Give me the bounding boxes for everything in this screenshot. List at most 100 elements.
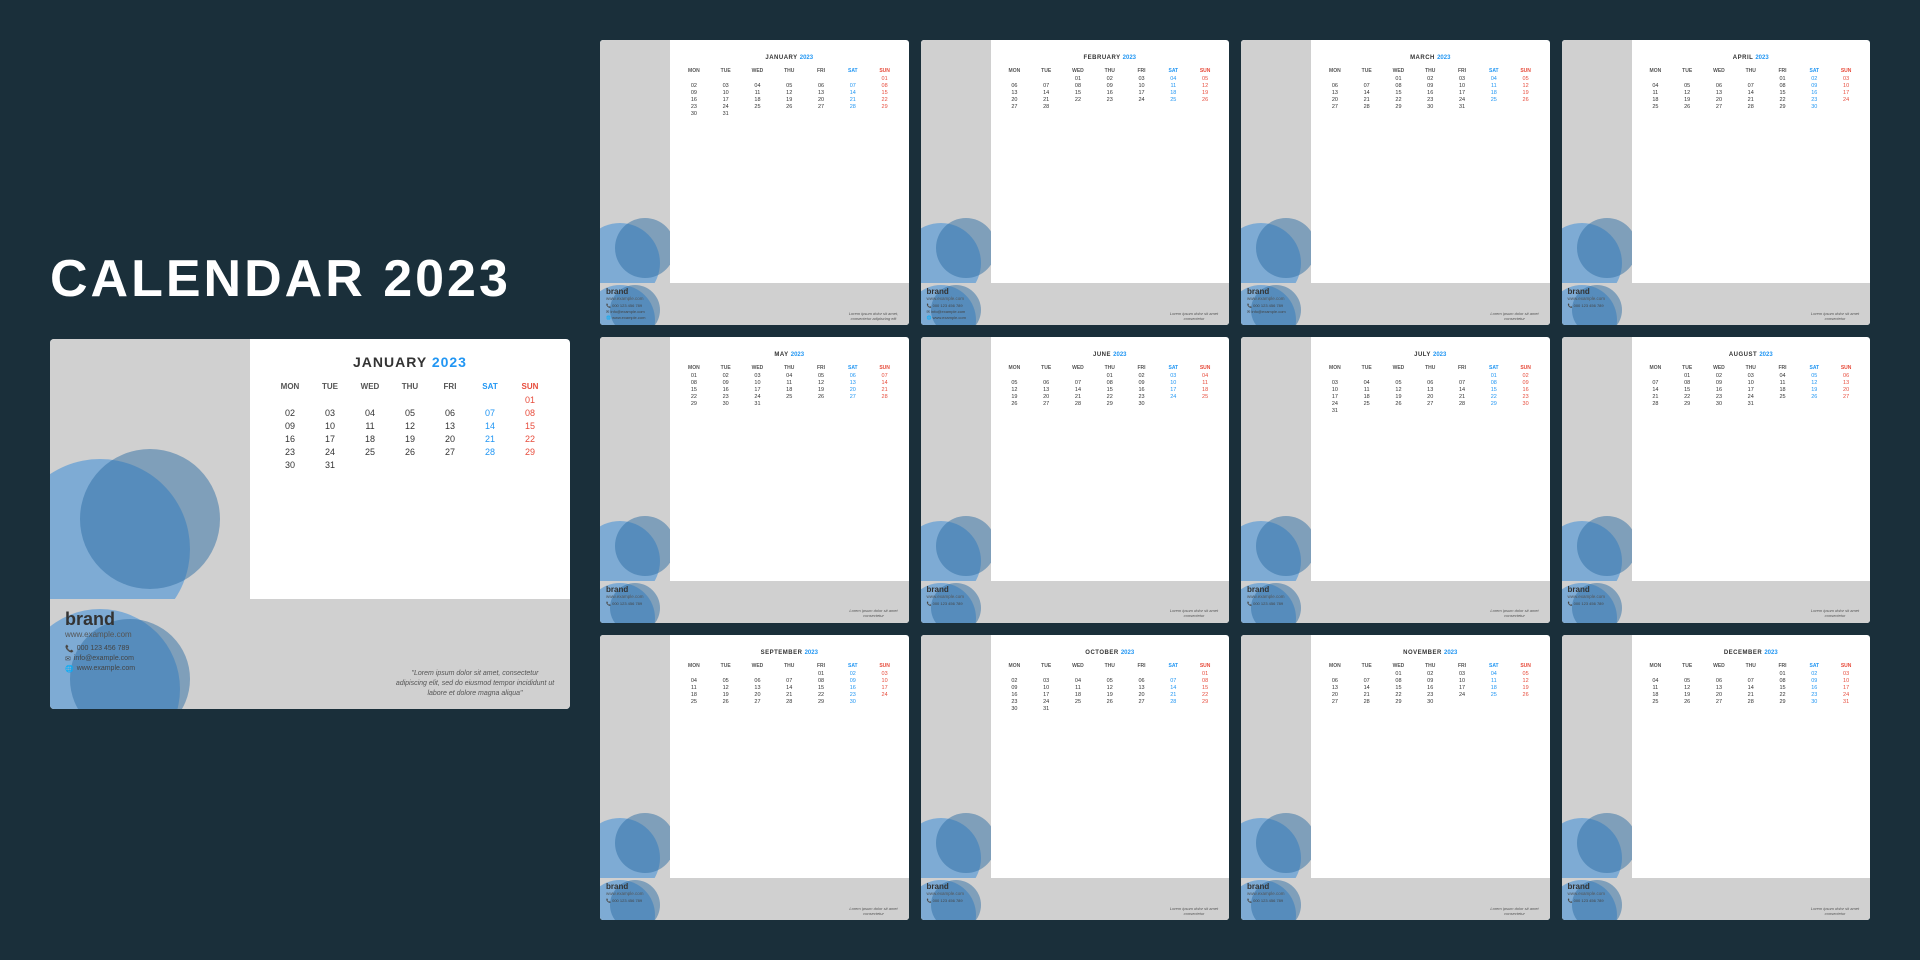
brand-info: brand www.example.com 📞 000 123 456 789 … xyxy=(65,609,135,673)
header-mon: MON xyxy=(270,382,310,391)
small-brand-sep: brand www.example.com 📞 000 123 456 789 xyxy=(606,882,644,903)
sb-contact: 📞 000 123 456 789 xyxy=(1247,898,1285,903)
small-cal-content-oct: OCTOBER 2023 MONTUEWEDTHUFRISATSUN -----… xyxy=(991,635,1230,878)
day-02: 02 xyxy=(270,408,310,418)
main-container: CALENDAR 2023 JANUARY 2023 MON TUE xyxy=(0,0,1920,960)
day-22: 22 xyxy=(510,434,550,444)
sc-row-1: ---01020304 xyxy=(999,373,1222,379)
small-cal-header-dec: MONTUEWEDTHUFRISATSUN xyxy=(1640,663,1863,669)
sb-contact: 📞 000 123 456 789 xyxy=(1247,601,1285,606)
sc-row-2: 06070809101112 xyxy=(1319,678,1542,684)
sc-row-5: 2627282930-- xyxy=(999,401,1222,407)
sc-row-3: 09101112131415 xyxy=(678,90,901,96)
small-cal-top-jul: JULY 2023 MONTUEWEDTHUFRISATSUN -----010… xyxy=(1241,337,1550,580)
sc-row-4: 20212223242526 xyxy=(1319,692,1542,698)
small-cal-bottom-apr: brand www.example.com 📞 000 123 456 789 … xyxy=(1562,283,1871,325)
sb-name: brand xyxy=(1568,585,1606,594)
small-cal-image-sep xyxy=(600,635,670,878)
small-cal-content-dec: DECEMBER 2023 MONTUEWEDTHUFRISATSUN ----… xyxy=(1632,635,1871,878)
sc-row-1: ----010203 xyxy=(1640,671,1863,677)
small-mn-feb: FEBRUARY xyxy=(1083,55,1122,61)
day-empty: - xyxy=(270,395,310,405)
small-brand-jun: brand www.example.com 📞 000 123 456 789 xyxy=(927,585,965,606)
sc-circle-2 xyxy=(1256,218,1311,278)
small-quote-may: Lorem ipsum dolor sit amet consectetur xyxy=(844,608,904,618)
sc-row-5: 252627282930- xyxy=(678,699,901,705)
cal-row-4: 16 17 18 19 20 21 22 xyxy=(270,434,550,444)
small-cal-top-jan: JANUARY 2023 MONTUEWEDTHUFRISATSUN -----… xyxy=(600,40,909,283)
sc-row-2: 04050607080910 xyxy=(1640,83,1863,89)
small-cal-header-may: MONTUEWEDTHUFRISATSUN xyxy=(678,365,901,371)
left-panel: CALENDAR 2023 JANUARY 2023 MON TUE xyxy=(50,40,570,920)
sb-contact: 📞 000 123 456 789 ✉ info@example.com 🌐 w… xyxy=(927,303,966,320)
sc-circle-2 xyxy=(936,516,991,576)
sc-circle-2 xyxy=(1256,813,1311,873)
sc-row-2: 04050607080910 xyxy=(678,678,901,684)
sb-web: www.example.com xyxy=(927,296,966,301)
small-cal-header-jan: MONTUEWEDTHUFRISATSUN xyxy=(678,68,901,74)
sc-circle-2 xyxy=(615,813,670,873)
sc-row-5: 252627282930- xyxy=(1640,104,1863,110)
small-quote-feb: Lorem ipsum dolor sit amet consectetur xyxy=(1164,311,1224,321)
quote-text: "Lorem ipsum dolor sit amet, consectetur… xyxy=(395,669,555,698)
day-20: 20 xyxy=(430,434,470,444)
large-month-name: JANUARY xyxy=(353,354,432,370)
large-cal-bottom: brand www.example.com 📞 000 123 456 789 … xyxy=(50,599,570,709)
small-cal-header-feb: MONTUEWEDTHUFRISATSUN xyxy=(999,68,1222,74)
large-calendar-january: JANUARY 2023 MON TUE WED THU FRI SAT SUN xyxy=(50,339,570,709)
sb-web: www.example.com xyxy=(1247,594,1285,599)
small-cal-top-oct: OCTOBER 2023 MONTUEWEDTHUFRISATSUN -----… xyxy=(921,635,1230,878)
small-brand-mar: brand www.example.com 📞 000 123 456 789 … xyxy=(1247,287,1286,314)
small-cal-bottom-jan: brand www.example.com 📞 000 123 456 789 … xyxy=(600,283,909,325)
small-cal-content-aug: AUGUST 2023 MONTUEWEDTHUFRISATSUN -01020… xyxy=(1632,337,1871,580)
small-brand-may: brand www.example.com 📞 000 123 456 789 xyxy=(606,585,644,606)
small-brand-nov: brand www.example.com 📞 000 123 456 789 xyxy=(1247,882,1285,903)
small-yr-feb: 2023 xyxy=(1123,55,1136,61)
small-mn-jan: JANUARY xyxy=(765,55,799,61)
sc-row-5: 2728293031-- xyxy=(1319,104,1542,110)
small-mn-jul: JULY xyxy=(1414,352,1433,358)
sb-contact: 📞 000 123 456 789 ✉ info@example.com xyxy=(1247,303,1286,314)
day-30: 30 xyxy=(270,460,310,470)
sb-web: www.example.com xyxy=(1568,296,1606,301)
small-cal-content-sep: SEPTEMBER 2023 MONTUEWEDTHUFRISATSUN ---… xyxy=(670,635,909,878)
small-brand-aug: brand www.example.com 📞 000 123 456 789 xyxy=(1568,585,1606,606)
sc-row-3: 11121314151617 xyxy=(1640,685,1863,691)
main-title: CALENDAR 2023 xyxy=(50,251,570,308)
large-cal-image xyxy=(50,339,250,599)
small-month-title-feb: FEBRUARY 2023 xyxy=(999,46,1222,64)
large-cal-grid: MON TUE WED THU FRI SAT SUN - - - xyxy=(270,382,550,584)
small-cal-image-jan xyxy=(600,40,670,283)
sc-row-4: 20212223242526 xyxy=(999,97,1222,103)
small-cal-top-jun: JUNE 2023 MONTUEWEDTHUFRISATSUN ---01020… xyxy=(921,337,1230,580)
brand-contact: 📞 000 123 456 789 ✉ info@example.com 🌐 w… xyxy=(65,645,135,673)
small-yr-nov: 2023 xyxy=(1444,650,1457,656)
small-cal-bottom-feb: brand www.example.com 📞 000 123 456 789 … xyxy=(921,283,1230,325)
small-yr-oct: 2023 xyxy=(1121,650,1134,656)
day-01: 01 xyxy=(510,395,550,405)
small-cal-bottom-jul: brand www.example.com 📞 000 123 456 789 … xyxy=(1241,581,1550,623)
small-cal-header-jul: MONTUEWEDTHUFRISATSUN xyxy=(1319,365,1542,371)
sc-row-5: 28293031--- xyxy=(1640,401,1863,407)
small-cal-image-apr xyxy=(1562,40,1632,283)
day-empty: - xyxy=(470,460,510,470)
small-cal-image-oct xyxy=(921,635,991,878)
small-month-title-jan: JANUARY 2023 xyxy=(678,46,901,64)
sc-row-2: 04050607080910 xyxy=(1640,678,1863,684)
day-15: 15 xyxy=(510,421,550,431)
phone-icon: 📞 xyxy=(65,645,74,653)
day-empty: - xyxy=(510,460,550,470)
day-21: 21 xyxy=(470,434,510,444)
small-brand-jan: brand www.example.com 📞 000 123 456 789 … xyxy=(606,287,645,320)
day-10: 10 xyxy=(310,421,350,431)
sb-contact: 📞 000 123 456 789 xyxy=(1568,303,1606,308)
small-calendar-jan: JANUARY 2023 MONTUEWEDTHUFRISATSUN -----… xyxy=(600,40,909,325)
header-tue: TUE xyxy=(310,382,350,391)
sc-row-4: 18192021222324 xyxy=(1640,692,1863,698)
small-quote-apr: Lorem ipsum dolor sit amet consectetur xyxy=(1805,311,1865,321)
sc-row-4: 18192021222324 xyxy=(678,692,901,698)
sc-row-6: 3031----- xyxy=(678,111,901,117)
sc-row-2: 06070809101112 xyxy=(999,83,1222,89)
small-yr-may: 2023 xyxy=(791,352,804,358)
sb-web: www.example.com xyxy=(1568,891,1606,896)
